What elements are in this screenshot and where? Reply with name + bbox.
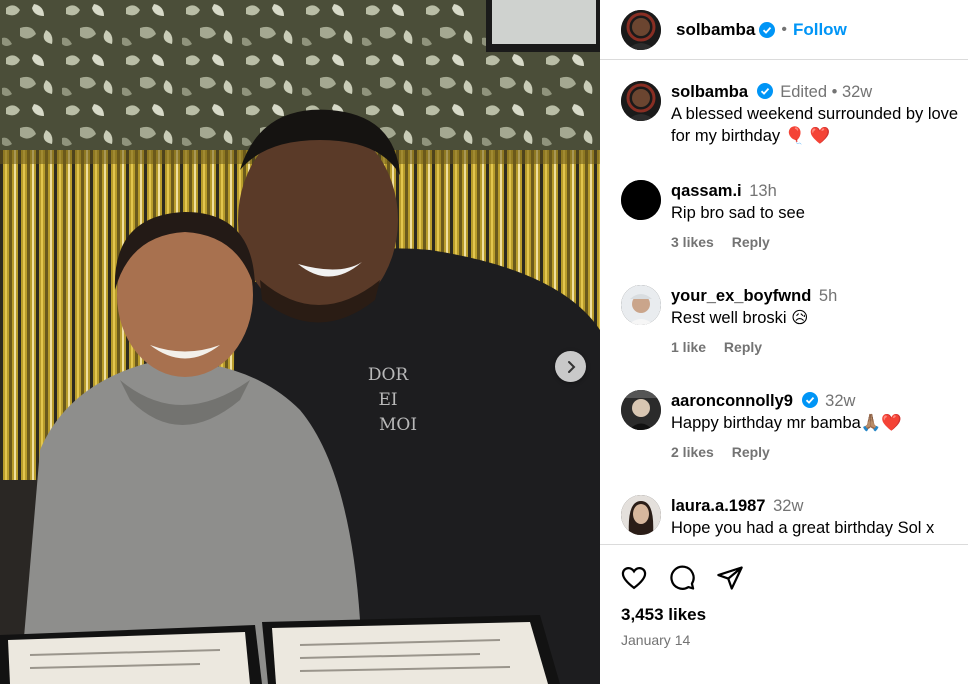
comment-likes[interactable]: 2 likes <box>671 444 714 460</box>
comment-likes[interactable]: 3 likes <box>671 234 714 250</box>
reply-button[interactable]: Reply <box>732 234 770 250</box>
verified-badge-icon <box>759 21 776 38</box>
caption-text-line: A blessed weekend surrounded by love <box>671 105 959 123</box>
comment-likes[interactable]: 1 like <box>671 339 706 355</box>
share-icon[interactable] <box>716 564 744 597</box>
avatar[interactable] <box>621 495 661 535</box>
verified-badge-icon <box>801 392 818 408</box>
comment-time: 13h <box>749 182 777 200</box>
comment-text: Happy birthday mr bamba🙏🏽❤️ <box>671 414 902 432</box>
follow-button[interactable]: Follow <box>793 20 847 40</box>
author-username[interactable]: solbamba <box>676 20 755 40</box>
avatar[interactable] <box>621 390 661 430</box>
reply-button[interactable]: Reply <box>724 339 762 355</box>
caption-username[interactable]: solbamba <box>671 83 748 101</box>
avatar[interactable] <box>621 9 661 50</box>
shirt-text-line: EI <box>378 390 397 410</box>
comment-time: 32w <box>825 392 856 410</box>
reply-button[interactable]: Reply <box>732 444 770 460</box>
avatar[interactable] <box>621 285 661 325</box>
post-image[interactable]: DOR EI MOI <box>0 0 600 684</box>
comment-icon[interactable] <box>668 564 696 597</box>
shirt-text-line: DOR <box>368 365 410 385</box>
chevron-right-icon <box>564 360 578 374</box>
comment-text: Rest well broski 😥 <box>671 309 809 327</box>
comment-username[interactable]: laura.a.1987 <box>671 497 766 515</box>
comment-text: Rip bro sad to see <box>671 204 805 222</box>
caption-meta: Edited • 32w <box>780 83 873 101</box>
post-date: January 14 <box>621 632 691 648</box>
comment-text: Hope you had a great birthday Sol x <box>671 519 935 537</box>
comment-time: 5h <box>818 287 838 305</box>
comment-username[interactable]: aaronconnolly9 <box>671 392 793 410</box>
likes-count[interactable]: 3,453 likes <box>621 605 706 625</box>
caption-text-line: for my birthday 🎈 ❤️ <box>671 127 831 145</box>
avatar[interactable] <box>621 81 661 121</box>
shirt-text-line: MOI <box>379 415 417 435</box>
comment-username[interactable]: your_ex_boyfwnd <box>671 287 811 305</box>
post-sidebar: solbamba • Follow solbamba Edited • 32w … <box>600 0 968 684</box>
avatar[interactable] <box>621 180 661 220</box>
comment-username[interactable]: qassam.i <box>671 182 742 200</box>
next-image-button[interactable] <box>555 351 586 382</box>
separator-dot: • <box>781 20 787 38</box>
verified-badge-icon <box>756 83 773 99</box>
comments-list[interactable]: solbamba Edited • 32w A blessed weekend … <box>600 61 968 544</box>
post-header: solbamba • Follow <box>600 0 968 60</box>
comment-time: 32w <box>773 497 804 515</box>
heart-icon[interactable] <box>620 564 648 597</box>
post-actions-bar: 3,453 likes January 14 <box>600 544 968 684</box>
